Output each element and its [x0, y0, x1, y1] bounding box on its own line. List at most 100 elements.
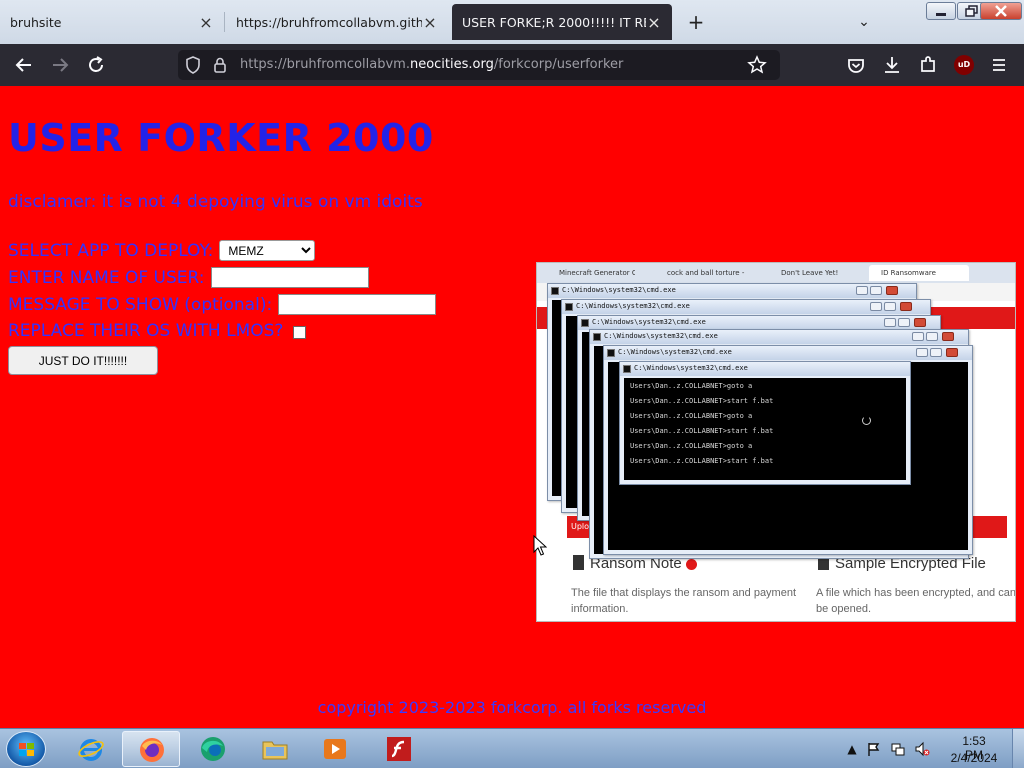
- back-arrow-icon: [15, 58, 31, 72]
- url-text[interactable]: https://bruhfromcollabvm.neocities.org/f…: [240, 57, 623, 72]
- hamburger-menu-icon: [993, 59, 1005, 71]
- replace-os-label: REPLACE THEIR OS WITH LMOS?: [8, 321, 284, 341]
- cmd-title: C:\Windows\system32\cmd.exe: [592, 318, 706, 326]
- menu-button[interactable]: [986, 52, 1012, 78]
- just-do-it-button[interactable]: JUST DO IT!!!!!!!: [8, 346, 158, 375]
- window-close-button[interactable]: [980, 2, 1022, 20]
- cmd-title: C:\Windows\system32\cmd.exe: [634, 364, 748, 372]
- bookmark-star-icon[interactable]: [746, 54, 768, 76]
- file-icon: [573, 555, 584, 570]
- cmd-titlebar: C:\Windows\system32\cmd.exe: [578, 316, 940, 330]
- cmd-titlebar: C:\Windows\system32\cmd.exe: [620, 362, 910, 376]
- cmd-titlebar: C:\Windows\system32\cmd.exe: [590, 330, 968, 344]
- user-name-label: ENTER NAME OF USER:: [8, 267, 205, 288]
- cmd-window-front: C:\Windows\system32\cmd.exe Users\Dan..z…: [619, 361, 911, 485]
- close-icon[interactable]: ×: [422, 13, 438, 32]
- address-bar[interactable]: https://bruhfromcollabvm.neocities.org/f…: [178, 50, 780, 80]
- help-icon: [685, 558, 697, 570]
- cmd-line: Users\Dan..z.COLLABNET>goto a: [630, 412, 753, 420]
- cmd-max-button: [870, 286, 882, 295]
- cmd-max-button: [884, 302, 896, 311]
- form-row-user: ENTER NAME OF USER:: [8, 267, 369, 288]
- cmd-title: C:\Windows\system32\cmd.exe: [562, 286, 676, 294]
- screenshot-tab: cock and ball torture - G: [667, 269, 745, 277]
- message-input[interactable]: [278, 294, 437, 315]
- back-button[interactable]: [11, 52, 37, 78]
- volume-muted-icon[interactable]: [914, 741, 930, 757]
- taskbar-edge[interactable]: [184, 731, 242, 767]
- forward-arrow-icon: [53, 58, 69, 72]
- lock-icon[interactable]: [209, 54, 231, 76]
- screenshot-tab: Minecraft Generator Onl: [559, 269, 635, 277]
- show-desktop-button[interactable]: [1012, 729, 1024, 768]
- extensions-button[interactable]: [915, 52, 941, 78]
- close-icon[interactable]: ×: [198, 13, 214, 32]
- app-select[interactable]: MEMZ: [219, 240, 316, 261]
- taskbar-flash[interactable]: [370, 731, 428, 767]
- show-hidden-icons-icon[interactable]: ▲: [844, 741, 860, 757]
- forward-button[interactable]: [47, 52, 73, 78]
- start-button[interactable]: [6, 731, 46, 767]
- adobe-flash-icon: [387, 737, 411, 761]
- internet-explorer-icon: [78, 739, 104, 761]
- folder-icon: [262, 741, 288, 760]
- download-icon: [885, 57, 899, 73]
- page-footer: copyright 2023-2023 forkcorp. all forks …: [317, 698, 707, 717]
- cmd-close-button: [900, 302, 912, 311]
- cmd-icon: [581, 319, 589, 327]
- cmd-title: C:\Windows\system32\cmd.exe: [576, 302, 690, 310]
- cmd-icon: [623, 365, 631, 373]
- minimize-button[interactable]: [926, 2, 956, 20]
- clock-date[interactable]: 2/4/2024: [946, 751, 1002, 765]
- tab-label: USER FORKE;R 2000!!!!! IT REALLY DO: [462, 14, 646, 30]
- downloads-button[interactable]: [879, 52, 905, 78]
- browser-tab-strip: bruhsite × https://bruhfromcollabvm.gith…: [0, 0, 1024, 44]
- pocket-button[interactable]: [843, 52, 869, 78]
- cmd-titlebar: C:\Windows\system32\cmd.exe: [604, 346, 972, 360]
- tab-list-button[interactable]: ⌄: [852, 8, 876, 36]
- windows-logo-icon: [19, 743, 34, 756]
- cmd-line: Users\Dan..z.COLLABNET>start f.bat: [630, 457, 774, 465]
- cmd-min-button: [870, 302, 882, 311]
- screenshot-tab-active: ID Ransomware: [869, 265, 969, 281]
- cmd-max-button: [926, 332, 938, 341]
- new-tab-button[interactable]: +: [684, 8, 708, 36]
- url-path: /forkcorp/userforker: [493, 57, 624, 72]
- shield-icon[interactable]: [182, 54, 204, 76]
- network-icon[interactable]: [890, 741, 906, 757]
- select-app-label: SELECT APP TO DEPLOY:: [8, 240, 214, 261]
- tab-label: https://bruhfromcollabvm.github.io: [236, 14, 422, 30]
- action-center-flag-icon[interactable]: [866, 741, 882, 757]
- cmd-titlebar: C:\Windows\system32\cmd.exe: [548, 284, 916, 298]
- cmd-titlebar: C:\Windows\system32\cmd.exe: [562, 300, 930, 314]
- cmd-line: Users\Dan..z.COLLABNET>goto a: [630, 442, 753, 450]
- cmd-max-button: [930, 348, 942, 357]
- user-name-input[interactable]: [210, 267, 369, 288]
- tab-bruhsite[interactable]: bruhsite ×: [0, 4, 224, 40]
- loading-spinner-icon: [862, 416, 871, 425]
- form-row-replace-os: REPLACE THEIR OS WITH LMOS?: [8, 321, 307, 341]
- message-label: MESSAGE TO SHOW (optional):: [8, 294, 273, 315]
- form-row-message: MESSAGE TO SHOW (optional):: [8, 294, 437, 315]
- reload-button[interactable]: [83, 52, 109, 78]
- navigation-toolbar: https://bruhfromcollabvm.neocities.org/f…: [0, 44, 1024, 86]
- ublock-origin-icon[interactable]: uD: [954, 55, 974, 75]
- cmd-line: Users\Dan..z.COLLABNET>start f.bat: [630, 397, 774, 405]
- tab-github[interactable]: https://bruhfromcollabvm.github.io ×: [226, 4, 448, 40]
- url-domain: neocities.org: [409, 57, 494, 72]
- taskbar-internet-explorer[interactable]: [62, 731, 120, 767]
- tab-user-forker[interactable]: USER FORKE;R 2000!!!!! IT REALLY DO ×: [452, 4, 672, 40]
- taskbar-firefox[interactable]: [122, 731, 180, 767]
- form-row-app: SELECT APP TO DEPLOY: MEMZ: [8, 240, 316, 261]
- ransom-note-desc: The file that displays the ransom and pa…: [571, 587, 797, 615]
- disclaimer-text: disclamer: it is not 4 depoying virus on…: [8, 192, 423, 212]
- replace-os-checkbox[interactable]: [293, 326, 307, 339]
- cmd-close-button: [942, 332, 954, 341]
- page-title: USER FORKER 2000: [8, 116, 434, 160]
- taskbar-explorer[interactable]: [246, 731, 304, 767]
- cmd-min-button: [884, 318, 896, 327]
- cmd-icon: [607, 349, 615, 357]
- taskbar-media-player[interactable]: [306, 731, 364, 767]
- close-icon[interactable]: ×: [646, 13, 662, 32]
- cmd-max-button: [898, 318, 910, 327]
